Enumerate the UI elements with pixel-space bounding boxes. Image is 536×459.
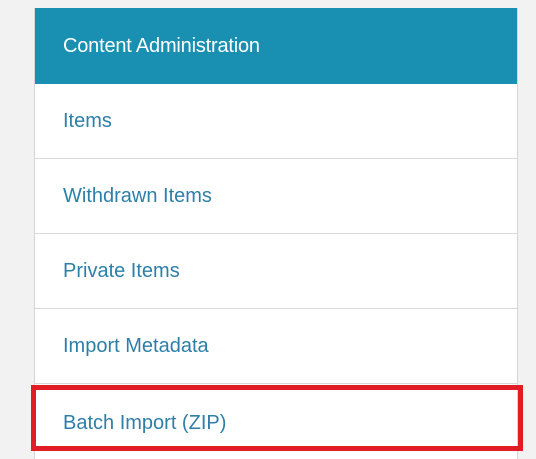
menu-item-label: Items xyxy=(63,110,112,132)
menu-item-withdrawn-items[interactable]: Withdrawn Items xyxy=(35,159,517,234)
menu-item-label: Import Metadata xyxy=(63,335,209,357)
menu-item-private-items[interactable]: Private Items xyxy=(35,234,517,309)
menu-item-batch-import-zip[interactable]: Batch Import (ZIP) xyxy=(35,385,517,451)
menu-item-label: Withdrawn Items xyxy=(63,185,212,207)
menu-item-import-metadata[interactable]: Import Metadata xyxy=(35,309,517,384)
panel-header: Content Administration xyxy=(35,8,517,84)
menu-item-label: Batch Import (ZIP) xyxy=(63,412,227,434)
menu-item-items[interactable]: Items xyxy=(35,84,517,159)
menu-item-label: Private Items xyxy=(63,260,180,282)
menu-item-batch-import-wrapper: Batch Import (ZIP) xyxy=(34,385,518,451)
